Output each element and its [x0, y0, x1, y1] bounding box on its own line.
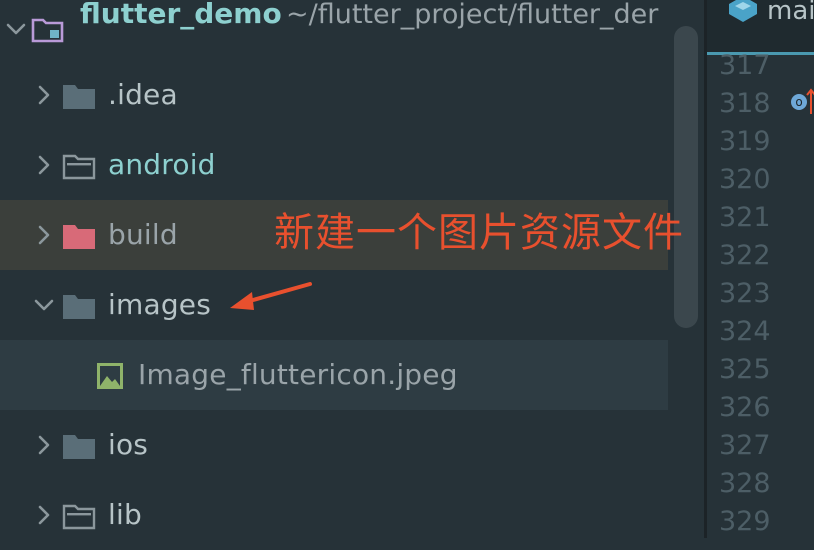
line-number: 324	[719, 316, 771, 347]
line-number: 326	[719, 392, 771, 423]
line-number: 321	[719, 202, 771, 233]
line-number: 317	[719, 50, 771, 81]
line-number: 323	[719, 278, 771, 309]
line-number: 328	[719, 468, 771, 499]
chevron-down-icon[interactable]	[32, 293, 56, 317]
line-number: 320	[719, 164, 771, 195]
tree-item-label: ios	[108, 428, 149, 461]
up-arrow-icon	[806, 88, 814, 116]
tree-row-images[interactable]: images	[0, 270, 668, 340]
tree-row-idea[interactable]: .idea	[0, 60, 668, 130]
annotation-text: 新建一个图片资源文件	[274, 210, 684, 256]
line-number: 327	[719, 430, 771, 461]
project-root-name: flutter_demo	[80, 0, 282, 30]
line-number: 319	[719, 126, 771, 157]
svg-text:o: o	[795, 95, 802, 109]
tree-item-label: android	[108, 148, 216, 181]
chevron-right-icon[interactable]	[32, 223, 56, 247]
image-file-icon	[96, 362, 124, 390]
chevron-right-icon[interactable]	[32, 153, 56, 177]
chevron-down-icon[interactable]	[4, 17, 28, 41]
annotation-arrow-icon	[226, 278, 316, 314]
folder-icon	[62, 292, 96, 320]
editor-area: mai 317 318 319 320 321 322 323 324 325 …	[707, 0, 814, 538]
excluded-folder-icon	[62, 222, 96, 250]
line-number: 329	[719, 506, 771, 537]
tree-row-android[interactable]: android	[0, 130, 668, 200]
source-folder-icon	[62, 502, 96, 530]
tree-item-label: .idea	[108, 78, 178, 111]
line-number: 318	[719, 88, 771, 119]
editor-tab-label: mai	[767, 0, 814, 26]
tree-row-root[interactable]: flutter_demo ~/flutter_project/flutter_d…	[0, 0, 668, 60]
tree-item-label: images	[108, 288, 212, 321]
module-folder-icon	[62, 152, 96, 180]
tree-row-image-file[interactable]: Image_fluttericon.jpeg	[0, 340, 668, 410]
tree-item-label: Image_fluttericon.jpeg	[138, 358, 458, 391]
dart-file-icon	[725, 0, 761, 22]
vertical-scrollbar[interactable]	[674, 26, 698, 328]
editor-tab[interactable]: mai	[707, 0, 814, 55]
chevron-right-icon[interactable]	[32, 433, 56, 457]
tree-row-lib[interactable]: lib	[0, 480, 668, 550]
line-number: 322	[719, 240, 771, 271]
chevron-right-icon[interactable]	[32, 503, 56, 527]
chevron-right-icon[interactable]	[32, 83, 56, 107]
module-folder-icon	[30, 14, 66, 44]
line-number: 325	[719, 354, 771, 385]
project-root-path: ~/flutter_project/flutter_der	[286, 0, 659, 30]
folder-icon	[62, 82, 96, 110]
project-panel: flutter_demo ~/flutter_project/flutter_d…	[0, 0, 706, 538]
folder-icon	[62, 432, 96, 460]
tree-row-ios[interactable]: ios	[0, 410, 668, 480]
tree-item-label: build	[108, 218, 178, 251]
tree-item-label: lib	[108, 498, 142, 531]
